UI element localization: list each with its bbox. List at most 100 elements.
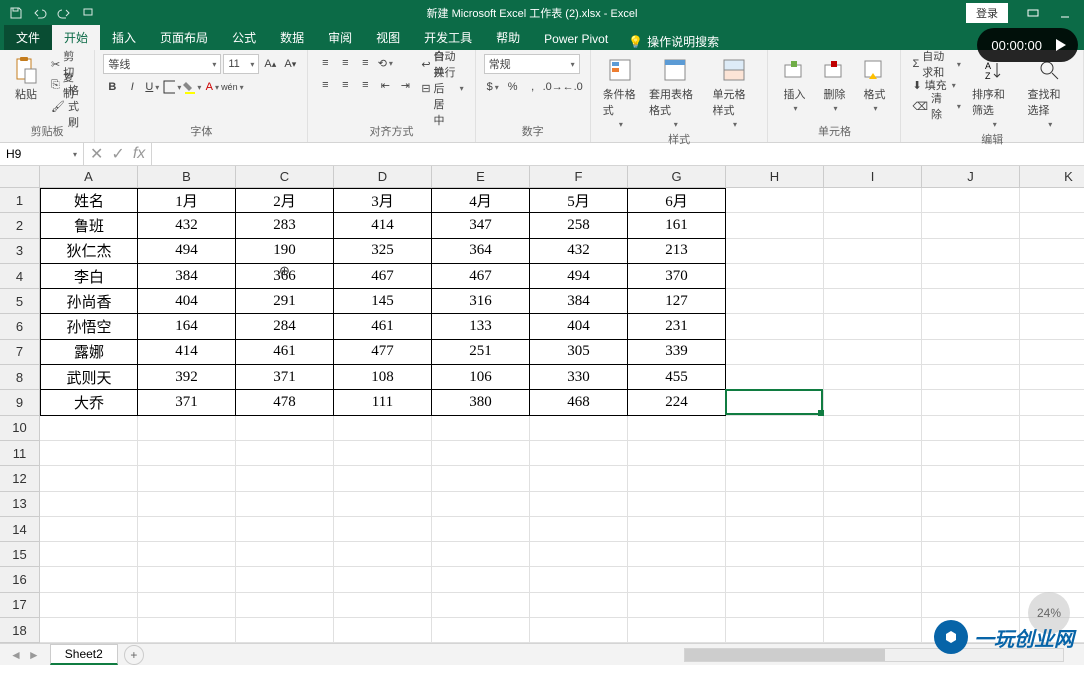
font-color-button[interactable]: A▾: [203, 78, 221, 96]
cell[interactable]: 404: [530, 314, 628, 339]
row-header[interactable]: 2: [0, 213, 40, 238]
cell[interactable]: [824, 390, 922, 415]
currency-icon[interactable]: $▾: [484, 78, 502, 96]
cell[interactable]: [922, 466, 1020, 491]
cell[interactable]: [138, 466, 236, 491]
cell[interactable]: [922, 517, 1020, 542]
tab-insert[interactable]: 插入: [100, 25, 148, 50]
align-right-icon[interactable]: ≡: [356, 76, 374, 94]
cell[interactable]: [530, 466, 628, 491]
indent-decrease-icon[interactable]: ⇤: [376, 76, 394, 94]
cell[interactable]: 392: [138, 365, 236, 390]
cell[interactable]: [726, 618, 824, 643]
cell[interactable]: 380: [432, 390, 530, 415]
cell[interactable]: [628, 441, 726, 466]
cell[interactable]: [432, 593, 530, 618]
cell[interactable]: [628, 542, 726, 567]
add-sheet-button[interactable]: +: [124, 645, 144, 665]
column-header[interactable]: K: [1020, 166, 1084, 188]
align-top-icon[interactable]: ≡: [316, 54, 334, 72]
cell[interactable]: 461: [236, 340, 334, 365]
align-center-icon[interactable]: ≡: [336, 76, 354, 94]
cell[interactable]: [138, 517, 236, 542]
cell[interactable]: [1020, 416, 1084, 441]
align-bottom-icon[interactable]: ≡: [356, 54, 374, 72]
cell[interactable]: 鲁班: [40, 213, 138, 238]
cell[interactable]: 6月: [628, 188, 726, 213]
table-format-button[interactable]: 套用表格格式▾: [645, 54, 705, 131]
cell[interactable]: [138, 441, 236, 466]
font-size-combo[interactable]: 11▾: [223, 54, 259, 74]
minimize-icon[interactable]: [1050, 3, 1080, 23]
cell[interactable]: [236, 517, 334, 542]
cell[interactable]: [628, 492, 726, 517]
tab-help[interactable]: 帮助: [484, 25, 532, 50]
cell[interactable]: [824, 542, 922, 567]
percent-icon[interactable]: %: [504, 78, 522, 96]
cell[interactable]: [530, 441, 628, 466]
cell[interactable]: [824, 492, 922, 517]
number-format-combo[interactable]: 常规▾: [484, 54, 580, 74]
cell[interactable]: [40, 492, 138, 517]
cell[interactable]: [922, 314, 1020, 339]
cell[interactable]: 231: [628, 314, 726, 339]
name-box[interactable]: H9▾: [0, 143, 84, 165]
cell[interactable]: [40, 416, 138, 441]
cell[interactable]: [432, 567, 530, 592]
cell[interactable]: [1020, 542, 1084, 567]
cell[interactable]: [824, 618, 922, 643]
cell[interactable]: [628, 517, 726, 542]
cell[interactable]: 339: [628, 340, 726, 365]
cell[interactable]: 305: [530, 340, 628, 365]
cell[interactable]: 325: [334, 239, 432, 264]
column-header[interactable]: E: [432, 166, 530, 188]
cell[interactable]: 404: [138, 289, 236, 314]
cell[interactable]: [628, 416, 726, 441]
cell[interactable]: [726, 441, 824, 466]
cell[interactable]: [922, 567, 1020, 592]
cell[interactable]: [334, 618, 432, 643]
select-all-corner[interactable]: [0, 166, 40, 188]
cell[interactable]: [824, 365, 922, 390]
cell[interactable]: [922, 390, 1020, 415]
cell[interactable]: [824, 466, 922, 491]
cell[interactable]: [236, 593, 334, 618]
cell[interactable]: [40, 593, 138, 618]
cell[interactable]: 4月: [432, 188, 530, 213]
cell[interactable]: [138, 618, 236, 643]
row-header[interactable]: 17: [0, 593, 40, 618]
cell[interactable]: [824, 340, 922, 365]
column-header[interactable]: I: [824, 166, 922, 188]
column-header[interactable]: G: [628, 166, 726, 188]
autosum-button[interactable]: Σ自动求和▾: [909, 54, 963, 74]
paste-button[interactable]: 粘贴: [8, 54, 44, 104]
cell[interactable]: 164: [138, 314, 236, 339]
delete-cells-button[interactable]: 删除▾: [816, 54, 852, 115]
tab-layout[interactable]: 页面布局: [148, 25, 220, 50]
cell[interactable]: [824, 188, 922, 213]
column-header[interactable]: C: [236, 166, 334, 188]
cell[interactable]: [432, 542, 530, 567]
cell[interactable]: 姓名: [40, 188, 138, 213]
cell[interactable]: [334, 542, 432, 567]
cell[interactable]: [922, 416, 1020, 441]
cell[interactable]: 3月: [334, 188, 432, 213]
cell[interactable]: [922, 492, 1020, 517]
cell[interactable]: [40, 567, 138, 592]
cell[interactable]: 111: [334, 390, 432, 415]
cell[interactable]: [432, 517, 530, 542]
cell[interactable]: [726, 264, 824, 289]
row-header[interactable]: 11: [0, 441, 40, 466]
cell[interactable]: [726, 466, 824, 491]
cell[interactable]: [40, 466, 138, 491]
cell[interactable]: 468: [530, 390, 628, 415]
cell[interactable]: [432, 618, 530, 643]
tab-review[interactable]: 审阅: [316, 25, 364, 50]
save-icon[interactable]: [6, 3, 26, 23]
cell[interactable]: [922, 593, 1020, 618]
cell[interactable]: [530, 618, 628, 643]
column-header[interactable]: H: [726, 166, 824, 188]
cell[interactable]: [1020, 239, 1084, 264]
row-header[interactable]: 1: [0, 188, 40, 213]
cell[interactable]: 478: [236, 390, 334, 415]
